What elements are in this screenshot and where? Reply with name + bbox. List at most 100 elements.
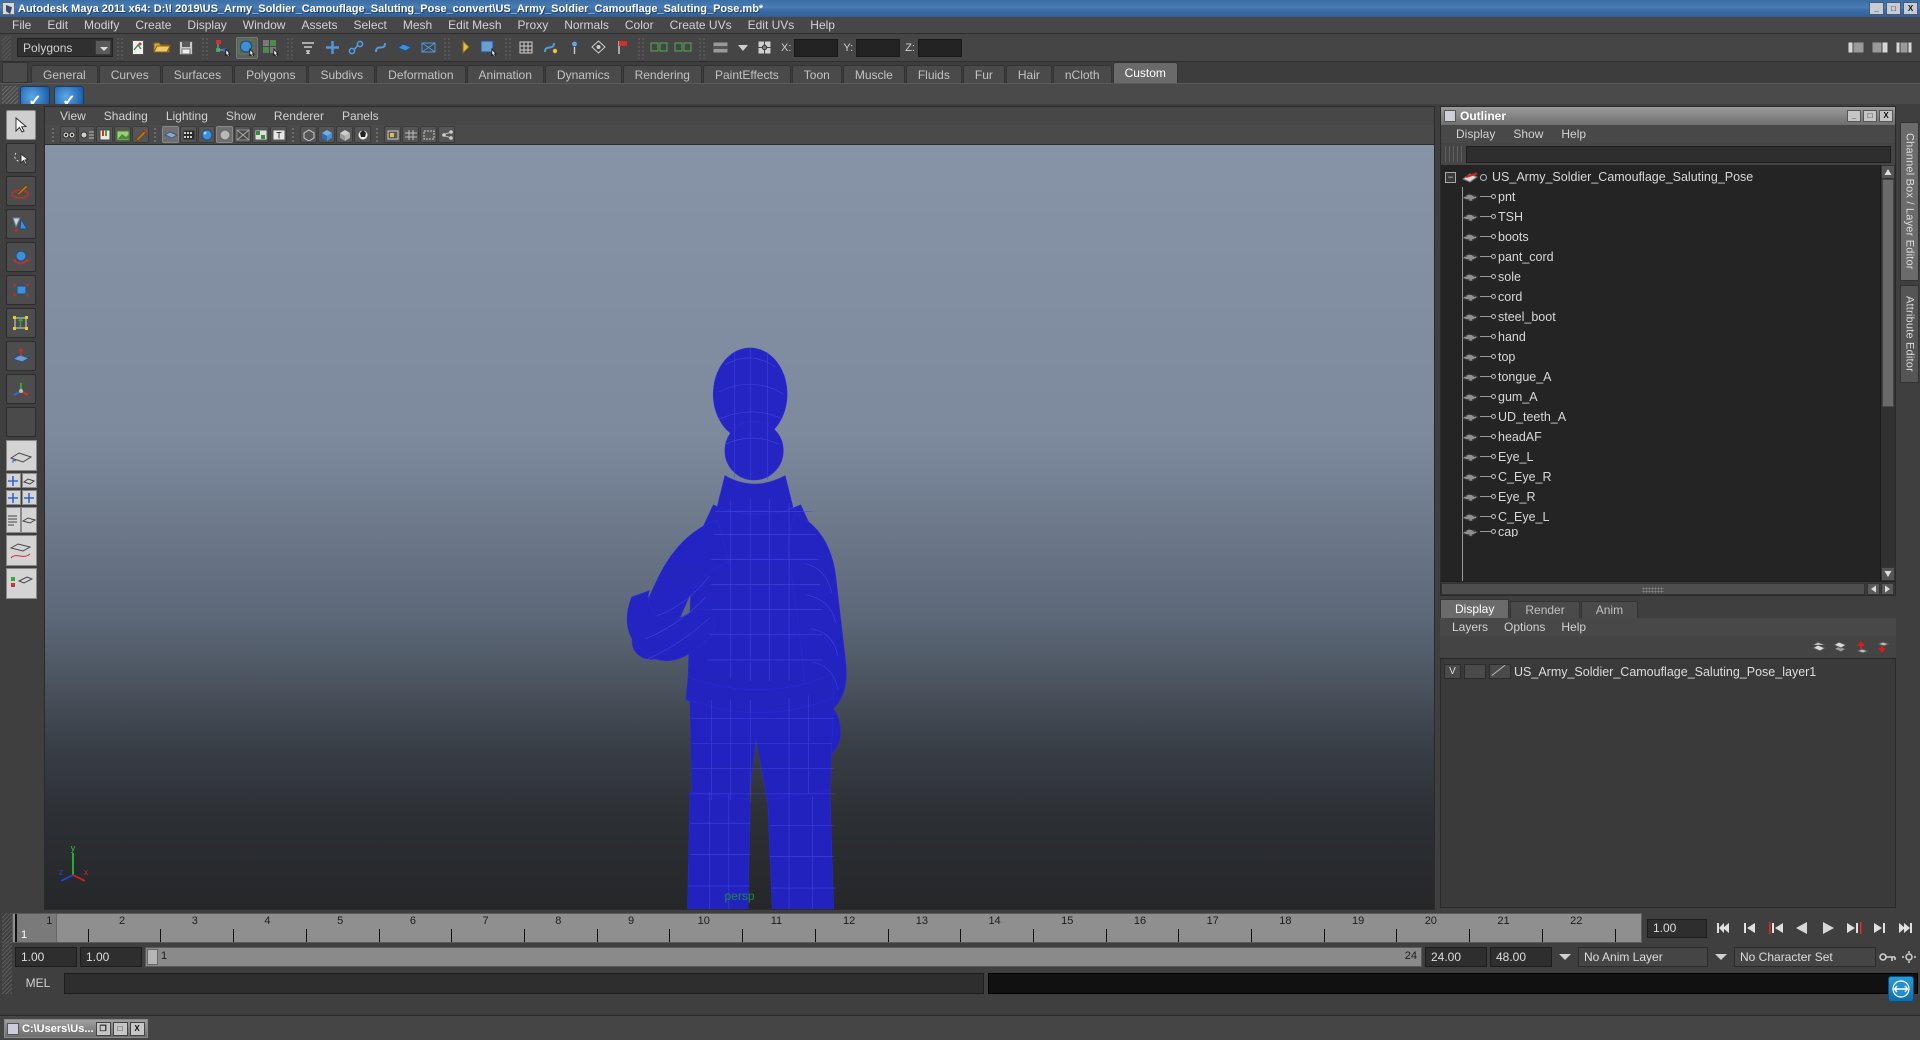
outliner-menu-show[interactable]: Show — [1504, 127, 1552, 141]
scale-tool[interactable] — [6, 275, 36, 305]
outliner-row-eye-r[interactable]: Eye_R — [1441, 487, 1880, 507]
range-left-handle[interactable] — [147, 949, 158, 965]
shelf-tab-dynamics[interactable]: Dynamics — [544, 65, 622, 83]
menu-create[interactable]: Create — [127, 17, 179, 33]
menu-display[interactable]: Display — [179, 17, 234, 33]
shelf-tab-curves[interactable]: Curves — [98, 65, 161, 83]
options-menu[interactable]: Options — [1496, 620, 1553, 634]
range-start-time-field[interactable]: 1.00 — [80, 947, 142, 967]
snap-to-view-plane-icon[interactable] — [417, 37, 439, 59]
outliner-menu-display[interactable]: Display — [1447, 127, 1504, 141]
layer-display-type-toggle[interactable] — [1489, 664, 1511, 679]
maximize-button[interactable]: □ — [1886, 2, 1901, 15]
hypershade-icon[interactable] — [563, 37, 585, 59]
camera-attributes-icon[interactable] — [78, 126, 95, 143]
scrollbar-track[interactable] — [1881, 407, 1895, 567]
menu-proxy[interactable]: Proxy — [510, 17, 557, 33]
outliner-row-sole[interactable]: sole — [1441, 267, 1880, 287]
menu-assets[interactable]: Assets — [293, 17, 345, 33]
show-manipulator-tool[interactable] — [6, 374, 36, 404]
shelf-tab-rendering[interactable]: Rendering — [622, 65, 702, 83]
four-view-layout-button[interactable] — [5, 473, 21, 488]
new-layer-icon[interactable] — [1810, 639, 1827, 655]
outliner-row-eye-l[interactable]: Eye_L — [1441, 447, 1880, 467]
close-button[interactable]: X — [1903, 2, 1918, 15]
shelf-tab-hair[interactable]: Hair — [1005, 65, 1052, 83]
menu-edit-mesh[interactable]: Edit Mesh — [440, 17, 509, 33]
select-by-object-type-icon[interactable] — [236, 36, 258, 59]
new-layer-from-selected-icon[interactable] — [1831, 639, 1848, 655]
help-menu[interactable]: Help — [1553, 620, 1594, 634]
layer-playback-toggle[interactable] — [1464, 664, 1486, 679]
snap-to-plane-icon[interactable] — [393, 37, 415, 59]
outliner-tree[interactable]: − US_Army_Soldier_Camouflage_Saluting_Po… — [1441, 165, 1880, 581]
outliner-row-top[interactable]: top — [1441, 347, 1880, 367]
layer-list[interactable]: V US_Army_Soldier_Camouflage_Saluting_Po… — [1440, 658, 1896, 908]
single-perspective-layout-button[interactable] — [5, 440, 37, 471]
step-back-frame-icon[interactable] — [1764, 917, 1788, 939]
last-tool-used[interactable] — [6, 407, 36, 437]
outliner-row-c-eye-r[interactable]: C_Eye_R — [1441, 467, 1880, 487]
show-hide-tool-settings-icon[interactable] — [1893, 37, 1915, 59]
layer-visibility-toggle[interactable]: V — [1444, 664, 1461, 679]
command-line-grip[interactable] — [2, 972, 12, 994]
scroll-up-icon[interactable] — [1881, 165, 1895, 179]
select-by-hierarchy-icon[interactable] — [212, 37, 234, 59]
outliner-search-input[interactable] — [1466, 145, 1891, 163]
menu-edit-uvs[interactable]: Edit UVs — [740, 17, 803, 33]
scroll-right-icon[interactable] — [1881, 582, 1894, 595]
render-settings-icon[interactable] — [539, 37, 561, 59]
menu-set-selector[interactable]: Polygons — [17, 38, 113, 57]
anim-layer-chevron-down-icon[interactable] — [1559, 954, 1571, 960]
outliner-vertical-scrollbar[interactable] — [1880, 165, 1895, 581]
move-layer-down-icon[interactable] — [1873, 639, 1890, 655]
outliner-row-cord[interactable]: cord — [1441, 287, 1880, 307]
open-editor-panel-icon[interactable] — [648, 37, 670, 59]
outliner-row-steel-boot[interactable]: steel_boot — [1441, 307, 1880, 327]
outliner-row-pant-cord[interactable]: pant_cord — [1441, 247, 1880, 267]
scroll-left-icon[interactable] — [1867, 582, 1880, 595]
sidebar-toggle-icon[interactable] — [709, 37, 731, 59]
ipr-render-icon[interactable] — [515, 37, 537, 59]
play-forwards-icon[interactable] — [1816, 917, 1840, 939]
graph-editor-persp-layout-button[interactable] — [5, 535, 37, 566]
menu-color[interactable]: Color — [617, 17, 662, 33]
auto-key-icon[interactable] — [1879, 949, 1897, 965]
paint-effects-icon[interactable] — [132, 126, 149, 143]
outliner-row-tsh[interactable]: TSH — [1441, 207, 1880, 227]
lasso-tool[interactable] — [6, 143, 36, 173]
outliner-row-ud-teeth-a[interactable]: UD_teeth_A — [1441, 407, 1880, 427]
chevron-down-icon[interactable] — [738, 44, 748, 51]
range-slider-grip[interactable] — [2, 942, 12, 972]
move-layer-up-icon[interactable] — [1852, 639, 1869, 655]
new-scene-icon[interactable] — [127, 37, 149, 59]
h-scrollbar-thumb[interactable] — [1441, 582, 1865, 595]
paint-select-tool[interactable] — [6, 176, 36, 206]
z-input[interactable] — [917, 38, 962, 57]
rotate-tool[interactable] — [6, 242, 36, 272]
character-set-chevron-down-icon[interactable] — [1715, 954, 1727, 960]
tab-display[interactable]: Display — [1440, 599, 1510, 618]
shelf-tab-ncloth[interactable]: nCloth — [1052, 65, 1112, 83]
xray-shading-icon[interactable] — [300, 126, 317, 143]
3d-viewport[interactable]: y z x persp — [45, 145, 1434, 909]
step-forward-frame-icon[interactable] — [1842, 917, 1866, 939]
three-pane-layout-button[interactable] — [21, 490, 37, 505]
outliner-row-hand[interactable]: hand — [1441, 327, 1880, 347]
render-current-frame-icon[interactable] — [478, 37, 500, 59]
shelf-tab-deformation[interactable]: Deformation — [376, 65, 466, 83]
y-input[interactable] — [856, 38, 901, 57]
show-hide-attribute-editor-icon[interactable] — [1869, 37, 1891, 59]
scrollbar-thumb[interactable] — [1882, 179, 1894, 407]
construction-history-icon[interactable] — [454, 37, 476, 59]
tab-channel-box-layer-editor[interactable]: Channel Box / Layer Editor — [1899, 122, 1919, 281]
shelf-tab-subdivs[interactable]: Subdivs — [308, 65, 376, 83]
outliner-layout-half[interactable] — [5, 507, 21, 533]
use-background-icon[interactable] — [354, 126, 371, 143]
viewport-menu-lighting[interactable]: Lighting — [157, 109, 217, 123]
shaded-cube-icon[interactable] — [318, 126, 335, 143]
share-view-icon[interactable] — [438, 126, 455, 143]
select-camera-icon[interactable] — [60, 126, 77, 143]
open-scene-icon[interactable] — [151, 37, 173, 59]
shelf-options-box[interactable] — [2, 62, 28, 83]
